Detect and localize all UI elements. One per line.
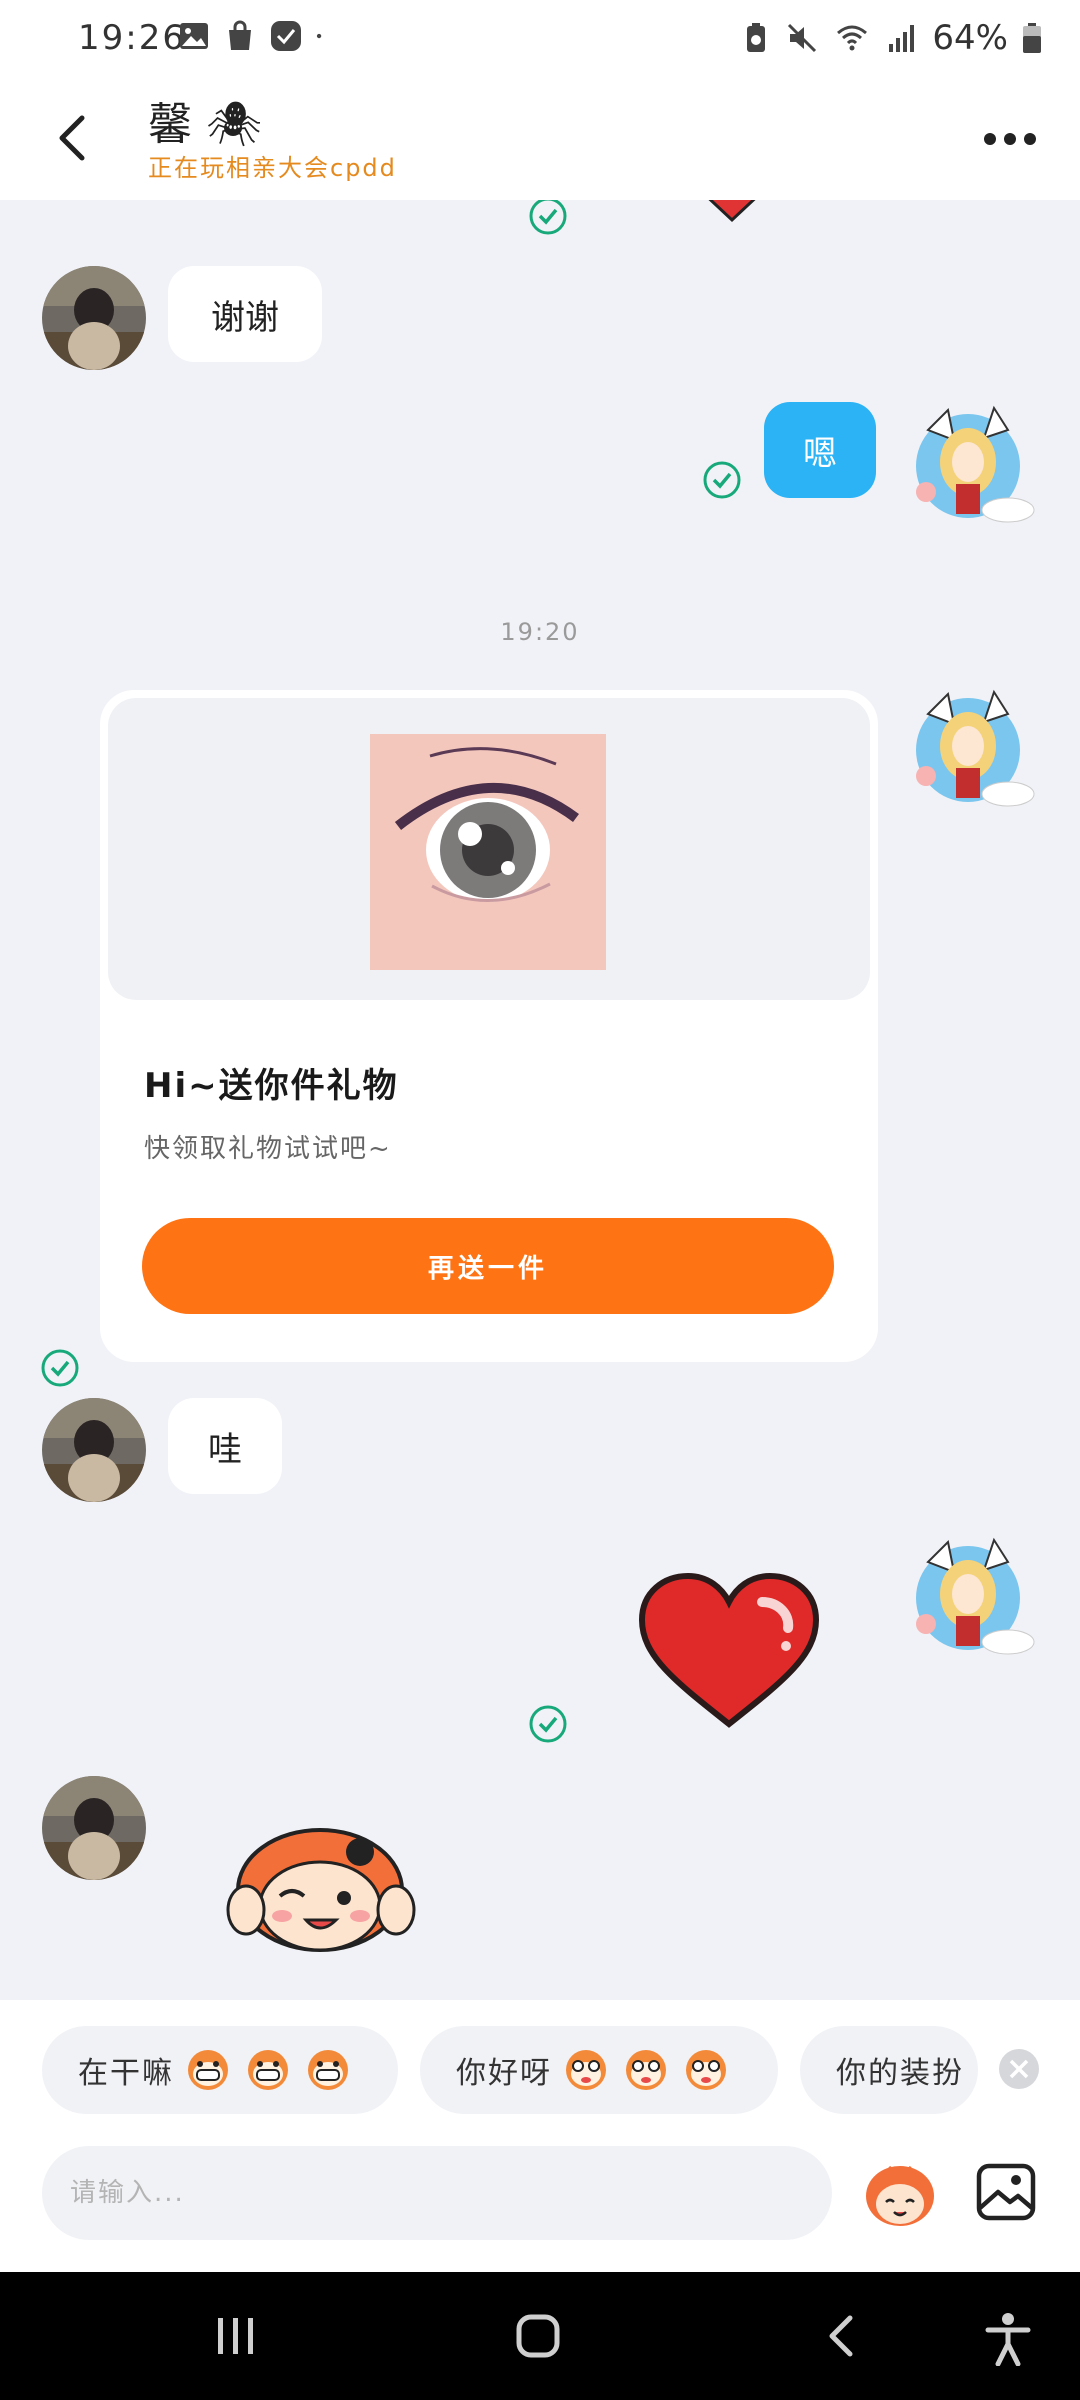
chat-area[interactable]: 谢谢 嗯 19:20 Hi~送你件礼物 快领取礼物试试吧~ 再送一件 哇 (0, 200, 1080, 2000)
accessibility-icon[interactable] (984, 2312, 1032, 2366)
grin-emoji-icon (248, 2050, 288, 2090)
contact-avatar[interactable] (42, 266, 146, 370)
battery-saver-icon (747, 23, 766, 52)
heart-sticker[interactable] (636, 1572, 822, 1732)
quick-reply-chip[interactable]: 你好呀 (420, 2026, 778, 2114)
contact-avatar[interactable] (42, 1398, 146, 1502)
app-notification-icon (271, 21, 301, 51)
image-notification-icon (180, 23, 208, 49)
self-avatar-image (916, 405, 1035, 523)
battery-level: 64% (932, 18, 1008, 58)
gift-image-area (108, 698, 870, 1000)
recent-apps-icon[interactable] (214, 2312, 258, 2360)
self-avatar-image (916, 1537, 1035, 1655)
grin-emoji-icon (308, 2050, 348, 2090)
status-time: 19:26 (78, 18, 186, 58)
read-check-icon (703, 461, 741, 499)
quick-reply-label: 你好呀 (456, 2056, 552, 2091)
shopping-bag-icon (229, 20, 251, 50)
contact-status: 正在玩相亲大会cpdd (148, 154, 397, 182)
self-avatar[interactable] (908, 684, 1038, 814)
battery-icon (1023, 23, 1041, 53)
status-left-icons (178, 20, 330, 52)
gift-card[interactable]: Hi~送你件礼物 快领取礼物试试吧~ 再送一件 (100, 690, 878, 1362)
home-icon[interactable] (514, 2312, 562, 2360)
status-right-icons: 64% (740, 18, 1042, 58)
chevron-left-icon[interactable] (48, 108, 98, 168)
quick-reply-label: 在干嘛 (78, 2056, 174, 2091)
smile-emoji-icon (566, 2050, 606, 2090)
status-bar: 19:26 64% (0, 0, 1080, 78)
message-timestamp: 19:20 (500, 618, 580, 646)
gift-title: Hi~送你件礼物 (144, 1066, 399, 1106)
read-check-icon (529, 1705, 567, 1743)
contact-name[interactable]: 馨 🕷 (148, 88, 262, 152)
smile-emoji-icon (686, 2050, 726, 2090)
quick-reply-chip[interactable]: 你的装扮 (800, 2026, 978, 2114)
image-picker-icon[interactable] (974, 2160, 1038, 2224)
chat-header: 馨 🕷 正在玩相亲大会cpdd (0, 78, 1080, 200)
contact-avatar-image (42, 1776, 146, 1880)
more-dots-icon[interactable] (980, 126, 1040, 152)
self-avatar[interactable] (908, 1532, 1038, 1662)
quick-reply-bar: 在干嘛 你好呀 你的装扮 (0, 2000, 1080, 2272)
read-check-icon (529, 200, 567, 235)
gift-subtitle: 快领取礼物试试吧~ (144, 1134, 392, 1164)
cartoon-sticker[interactable] (220, 1800, 420, 1960)
quick-reply-label: 你的装扮 (836, 2056, 964, 2091)
system-navigation-bar (0, 2272, 1080, 2400)
contact-avatar[interactable] (42, 1776, 146, 1880)
self-avatar[interactable] (908, 400, 1038, 530)
gift-eye-image (370, 734, 606, 970)
message-bubble-received[interactable]: 哇 (168, 1398, 282, 1494)
close-icon[interactable] (998, 2048, 1040, 2090)
smile-emoji-icon (626, 2050, 666, 2090)
message-bubble-sent[interactable]: 嗯 (764, 402, 876, 498)
contact-avatar-image (42, 266, 146, 370)
wifi-icon (837, 25, 868, 51)
sticker-emoji-icon[interactable] (862, 2158, 938, 2230)
heart-sticker-partial (708, 200, 756, 223)
back-nav-icon[interactable] (822, 2312, 858, 2360)
grin-emoji-icon (188, 2050, 228, 2090)
signal-icon (889, 25, 915, 52)
message-bubble-received[interactable]: 谢谢 (168, 266, 322, 362)
mute-icon (788, 23, 817, 53)
contact-avatar-image (42, 1398, 146, 1502)
self-avatar-image (916, 689, 1035, 807)
send-another-gift-button[interactable]: 再送一件 (142, 1218, 834, 1314)
quick-reply-chip[interactable]: 在干嘛 (42, 2026, 398, 2114)
read-check-icon (41, 1349, 79, 1387)
message-input[interactable] (42, 2146, 832, 2240)
dot-icon (316, 33, 322, 39)
